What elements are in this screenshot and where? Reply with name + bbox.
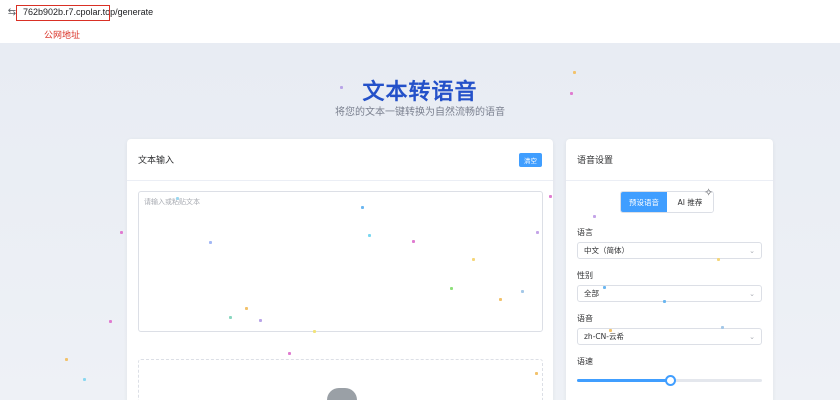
voice-label: 语音 [577, 314, 593, 323]
confetti-piece [120, 231, 123, 234]
confetti-piece [549, 195, 552, 198]
confetti-piece [450, 287, 453, 290]
page-subtitle: 将您的文本一键转换为自然流畅的语音 [335, 107, 505, 118]
speed-slider[interactable] [577, 375, 762, 386]
confetti-piece [573, 71, 576, 74]
confetti-piece [209, 241, 212, 244]
confetti-piece [721, 326, 724, 329]
confetti-piece [83, 378, 86, 381]
speed-slider-thumb[interactable] [664, 375, 676, 386]
confetti-piece [361, 206, 364, 209]
confetti-piece [603, 286, 606, 289]
url-field[interactable]: 762b902b.r7.cpolar.top/generate [23, 7, 153, 17]
confetti-piece [176, 197, 179, 200]
confetti-piece [535, 372, 538, 375]
speed-label: 语速 [577, 357, 593, 366]
confetti-piece [663, 300, 666, 303]
text-input-area[interactable]: 请输入或粘贴文本 [138, 191, 543, 332]
confetti-piece [521, 290, 524, 293]
tab-preset-voice[interactable]: 预设语音 [621, 192, 667, 212]
confetti-piece [717, 258, 720, 261]
page-title: 文本转语音 [362, 80, 478, 105]
confetti-piece [245, 307, 248, 310]
voice-settings-card: 语音设置 预设语音 AI 推荐 ✧ 语言 中文（简体） ⌄ 性别 全部 ⌄ 语音… [566, 139, 773, 400]
gender-label: 性别 [577, 271, 593, 280]
chevron-down-icon: ⌄ [749, 332, 755, 341]
annotation-strip [0, 24, 840, 43]
confetti-piece [229, 316, 232, 319]
confetti-piece [313, 330, 316, 333]
confetti-piece [340, 86, 343, 89]
voice-value: zh-CN-云希 [584, 332, 624, 341]
language-value: 中文（简体） [584, 246, 629, 255]
confetti-piece [472, 258, 475, 261]
confetti-piece [288, 352, 291, 355]
language-select[interactable]: 中文（简体） ⌄ [577, 242, 762, 259]
confetti-piece [259, 319, 262, 322]
voice-settings-title: 语音设置 [577, 156, 614, 166]
confetti-piece [499, 298, 502, 301]
confetti-piece [609, 329, 612, 332]
speed-slider-fill [577, 379, 670, 382]
url-annotation-label: 公网地址 [44, 30, 81, 40]
clear-button[interactable]: 清空 [519, 152, 542, 167]
confetti-piece [593, 215, 596, 218]
language-label: 语言 [577, 228, 593, 237]
voice-select[interactable]: zh-CN-云希 ⌄ [577, 328, 762, 345]
confetti-piece [536, 231, 539, 234]
chevron-down-icon: ⌄ [749, 246, 755, 255]
text-input-placeholder: 请输入或粘贴文本 [144, 198, 200, 206]
confetti-piece [368, 234, 371, 237]
sparkle-icon: ✧ [704, 186, 714, 199]
upload-cloud-icon [327, 388, 357, 400]
text-input-card: 文本输入 清空 请输入或粘贴文本 [127, 139, 553, 400]
confetti-piece [65, 358, 68, 361]
confetti-piece [109, 320, 112, 323]
chevron-down-icon: ⌄ [749, 289, 755, 298]
text-input-title: 文本输入 [138, 156, 175, 166]
voice-mode-tabs: 预设语音 AI 推荐 [620, 191, 714, 213]
file-upload-area[interactable] [138, 359, 543, 400]
site-settings-icon[interactable]: ⇆ [5, 5, 19, 19]
voice-settings-header: 语音设置 [566, 139, 773, 181]
text-input-header: 文本输入 清空 [127, 139, 553, 181]
gender-value: 全部 [584, 289, 599, 298]
confetti-piece [570, 92, 573, 95]
confetti-piece [412, 240, 415, 243]
address-bar: ⇆ 762b902b.r7.cpolar.top/generate [0, 0, 840, 24]
